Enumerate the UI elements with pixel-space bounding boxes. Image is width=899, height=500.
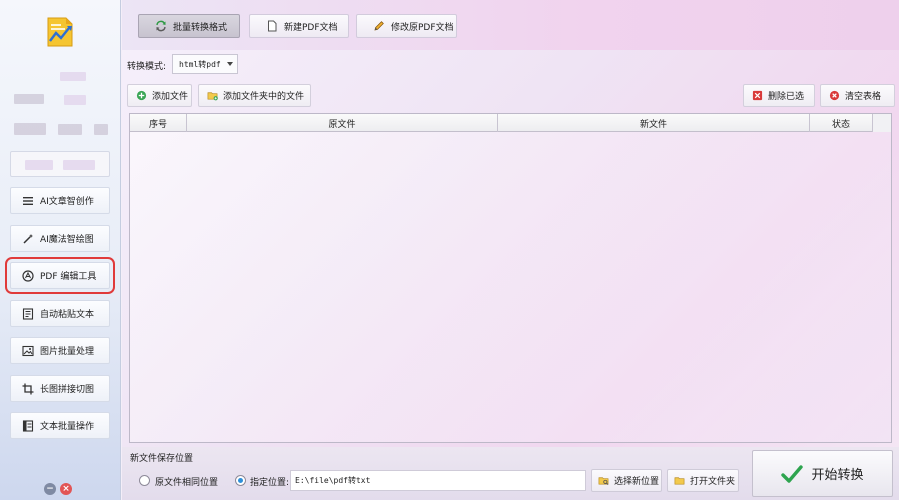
radio-same-location-label: 原文件相同位置 <box>155 478 219 488</box>
file-table[interactable]: 序号 原文件 新文件 状态 <box>129 113 892 443</box>
sidebar-item-ai-drawing[interactable]: AI魔法智绘图 <box>10 225 110 252</box>
add-folder-button[interactable]: 添加文件夹中的文件 <box>198 84 311 107</box>
mode-select-value: html转pdf <box>179 59 221 69</box>
delete-selected-button[interactable]: 删除已选 <box>743 84 815 107</box>
chevron-down-icon <box>227 62 233 66</box>
folder-add-icon <box>207 92 218 101</box>
convert-icon <box>156 20 166 32</box>
add-folder-label: 添加文件夹中的文件 <box>223 92 305 102</box>
sidebar-item-label: 自动粘贴文本 <box>40 310 95 320</box>
blurred-text <box>25 160 53 170</box>
text-file-icon <box>22 419 34 432</box>
column-header-source[interactable]: 原文件 <box>187 114 498 132</box>
crop-icon <box>22 383 34 394</box>
main-panel: 批量转换格式 新建PDF文档 修改原PDF文档 转换模式: html转pdf 添… <box>122 0 899 500</box>
folder-icon <box>674 477 685 485</box>
tab-bar: 批量转换格式 新建PDF文档 修改原PDF文档 <box>122 0 899 50</box>
column-header-status[interactable]: 状态 <box>810 114 873 132</box>
sidebar-item-ai-writing[interactable]: AI文章智创作 <box>10 187 110 214</box>
column-header-target[interactable]: 新文件 <box>498 114 810 132</box>
start-convert-button[interactable]: 开始转换 <box>752 450 893 497</box>
sidebar-item-pdf-tools[interactable]: PDF 编辑工具 <box>5 257 115 294</box>
sidebar-item-auto-paste[interactable]: 自动粘贴文本 <box>10 300 110 327</box>
blurred-text <box>60 72 86 81</box>
choose-location-label: 选择新位置 <box>614 477 660 487</box>
table-header: 序号 原文件 新文件 状态 <box>130 114 891 132</box>
tab-label: 修改原PDF文档 <box>391 22 454 33</box>
clear-table-label: 清空表格 <box>845 92 882 102</box>
delete-icon <box>752 90 763 101</box>
open-folder-button[interactable]: 打开文件夹 <box>667 469 739 492</box>
sidebar: AI文章智创作 AI魔法智绘图 PDF 编辑工具 自动粘贴文本 图片批量处理 长… <box>0 0 121 500</box>
sidebar-item-image-batch[interactable]: 图片批量处理 <box>10 337 110 364</box>
pdf-logo-icon <box>22 269 34 282</box>
clear-table-button[interactable]: 清空表格 <box>820 84 895 107</box>
blurred-text <box>63 160 95 170</box>
column-header-index[interactable]: 序号 <box>130 114 187 132</box>
sidebar-item-label: 文本批量操作 <box>40 422 95 432</box>
table-scroll-corner <box>873 114 891 132</box>
add-circle-icon <box>136 90 147 101</box>
sidebar-item-label: AI文章智创作 <box>40 197 94 207</box>
blurred-text <box>14 123 46 135</box>
minimize-icon[interactable]: − <box>44 483 56 495</box>
tab-batch-convert[interactable]: 批量转换格式 <box>138 14 240 38</box>
tab-label: 批量转换格式 <box>173 22 228 33</box>
sidebar-item-label: 图片批量处理 <box>40 347 95 357</box>
sidebar-item-label: AI魔法智绘图 <box>40 235 94 245</box>
save-location-title: 新文件保存位置 <box>130 454 194 464</box>
choose-location-button[interactable]: 选择新位置 <box>591 469 662 492</box>
sidebar-item-long-image[interactable]: 长图拼接切图 <box>10 375 110 402</box>
document-icon <box>22 307 34 320</box>
magic-wand-icon <box>23 233 33 244</box>
clear-icon <box>829 90 840 101</box>
tab-new-pdf[interactable]: 新建PDF文档 <box>249 14 349 38</box>
blurred-text <box>14 94 44 104</box>
save-location-panel: 新文件保存位置 原文件相同位置 指定位置: E:\file\pdf转txt 选择… <box>122 447 899 500</box>
sidebar-item-label: PDF 编辑工具 <box>40 272 97 282</box>
delete-selected-label: 删除已选 <box>768 92 805 102</box>
save-path-input[interactable]: E:\file\pdf转txt <box>290 470 586 491</box>
mode-label: 转换模式: <box>127 62 167 72</box>
blurred-text <box>58 124 82 135</box>
blurred-text <box>64 95 86 105</box>
start-convert-label: 开始转换 <box>811 468 864 483</box>
app-logo-icon <box>42 14 78 50</box>
tab-modify-pdf[interactable]: 修改原PDF文档 <box>356 14 457 38</box>
mode-select[interactable]: html转pdf <box>172 54 238 74</box>
radio-same-location[interactable] <box>139 475 150 486</box>
radio-custom-location[interactable] <box>235 475 246 486</box>
blurred-text <box>94 124 108 135</box>
radio-custom-location-label: 指定位置: <box>250 478 290 488</box>
list-icon <box>23 196 33 205</box>
add-file-button[interactable]: 添加文件 <box>127 84 192 107</box>
open-folder-label: 打开文件夹 <box>690 477 736 487</box>
image-icon <box>22 345 34 356</box>
folder-search-icon <box>598 477 609 485</box>
close-icon[interactable]: × <box>60 483 72 495</box>
sidebar-item-label: 长图拼接切图 <box>40 385 95 395</box>
pencil-icon <box>374 21 384 31</box>
sidebar-item-text-batch[interactable]: 文本批量操作 <box>10 412 110 439</box>
save-path-value: E:\file\pdf转txt <box>295 476 371 485</box>
checkmark-icon <box>781 464 804 483</box>
tab-label: 新建PDF文档 <box>284 22 338 33</box>
new-doc-icon <box>268 20 277 32</box>
add-file-label: 添加文件 <box>152 92 189 102</box>
window-controls: − × <box>44 483 72 495</box>
account-box[interactable] <box>10 151 110 177</box>
